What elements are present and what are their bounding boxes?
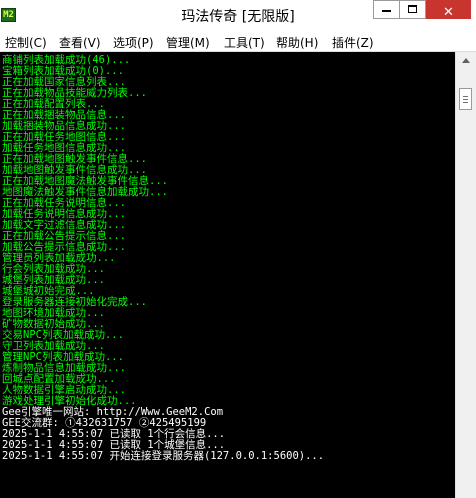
scroll-thumb[interactable]	[459, 88, 472, 110]
grip-icon	[463, 99, 468, 100]
title-bar[interactable]: M2 玛法传奇 [无限版] ✕	[0, 0, 476, 32]
vertical-scrollbar[interactable]	[455, 52, 476, 498]
close-icon: ✕	[443, 5, 454, 20]
menu-bar: 控制(C) 查看(V) 选项(P) 管理(M) 工具(T) 帮助(H) 插件(Z…	[0, 31, 476, 52]
scroll-up-button[interactable]	[456, 52, 476, 69]
log-line: 2025-1-1 4:55:07 开始连接登录服务器(127.0.0.1:560…	[2, 450, 325, 462]
menu-tools[interactable]: 工具(T)	[224, 34, 265, 51]
server-log[interactable]: 商铺列表加载成功(46)... 宝箱列表加载成功(0)... 正在加载国家信息列…	[0, 52, 455, 498]
menu-control[interactable]: 控制(C)	[5, 34, 47, 51]
maximize-icon	[408, 5, 417, 13]
menu-plugins[interactable]: 插件(Z)	[332, 34, 374, 51]
grip-icon	[463, 102, 468, 103]
menu-view[interactable]: 查看(V)	[59, 34, 101, 51]
scroll-up-arrow-icon	[462, 58, 470, 63]
grip-icon	[463, 96, 468, 97]
minimize-icon	[382, 10, 391, 12]
menu-options[interactable]: 选项(P)	[113, 34, 154, 51]
menu-help[interactable]: 帮助(H)	[276, 34, 318, 51]
maximize-button[interactable]	[399, 0, 426, 19]
menu-manage[interactable]: 管理(M)	[166, 34, 210, 51]
close-button[interactable]: ✕	[426, 0, 471, 20]
minimize-button[interactable]	[373, 0, 399, 19]
